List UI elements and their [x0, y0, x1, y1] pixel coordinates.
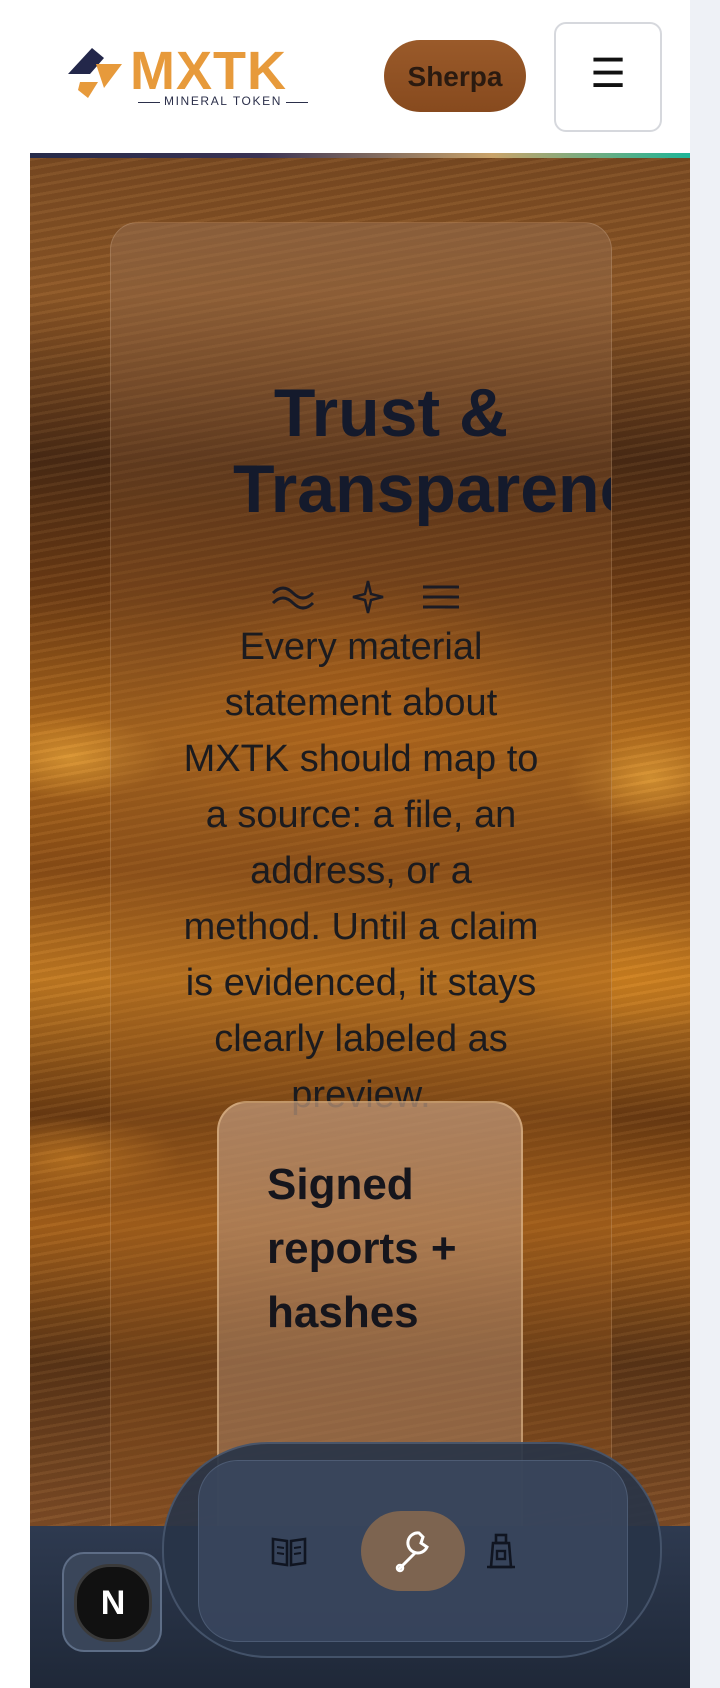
dock-lighthouse-button[interactable]	[471, 1521, 531, 1581]
hamburger-menu-button[interactable]: ☰	[554, 22, 662, 132]
waves-icon	[271, 577, 317, 617]
sparkle-icon	[351, 577, 385, 617]
dock-panel	[198, 1460, 628, 1642]
card-icon-row	[271, 577, 471, 617]
card-title-line1: Trust &	[273, 375, 509, 451]
n-badge-button[interactable]: N	[62, 1552, 162, 1652]
evidence-card-title: Signed reports + hashes	[267, 1160, 457, 1337]
dock-tools-button[interactable]	[361, 1511, 465, 1591]
hamburger-icon: ☰	[590, 52, 626, 96]
trust-card: Trust & Transparenc Every material state…	[110, 222, 612, 1526]
bottom-dock	[162, 1442, 662, 1658]
lines-icon	[421, 577, 461, 617]
wrench-icon	[395, 1531, 429, 1573]
logo-wordmark: MXTK	[130, 41, 287, 101]
card-title-line2: Transparenc	[233, 451, 612, 527]
n-logo-icon: N	[74, 1564, 152, 1642]
card-description: Every material statement about MXTK shou…	[183, 626, 539, 1116]
hero-section: Trust & Transparenc Every material state…	[30, 158, 690, 1526]
scroll-rail	[690, 0, 720, 1688]
mxtk-logo[interactable]: MXTK MINERAL TOKEN	[60, 42, 310, 112]
top-header: MXTK MINERAL TOKEN Sherpa ☰	[0, 0, 690, 154]
book-icon	[271, 1537, 307, 1567]
card-title: Trust & Transparenc	[111, 375, 612, 527]
sherpa-button[interactable]: Sherpa	[384, 40, 526, 112]
mxtk-logo-mark-icon	[68, 48, 122, 98]
dock-book-button[interactable]	[259, 1521, 319, 1581]
lighthouse-icon	[487, 1533, 515, 1569]
logo-subtitle: MINERAL TOKEN	[138, 94, 308, 108]
